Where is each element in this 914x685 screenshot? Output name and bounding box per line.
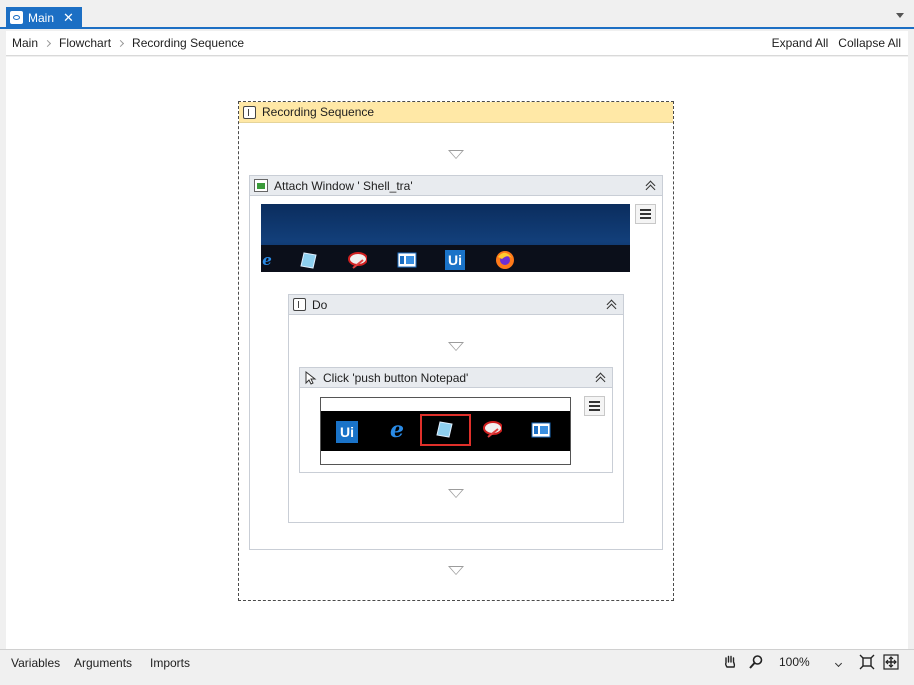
fit-to-screen-icon[interactable] xyxy=(859,654,875,670)
designer-status-bar: Variables Arguments Imports 100% xyxy=(0,649,914,685)
breadcrumb-main[interactable]: Main xyxy=(12,36,38,50)
imports-tab[interactable]: Imports xyxy=(150,656,190,670)
app-window-icon xyxy=(531,420,551,440)
uipath-icon: Ui xyxy=(336,421,358,443)
designer-canvas[interactable]: Recording Sequence Attach Window ' Shell… xyxy=(6,57,908,649)
breadcrumb-recording-sequence[interactable]: Recording Sequence xyxy=(132,36,244,50)
attach-window-title: Attach Window ' Shell_tra' xyxy=(274,178,413,193)
expand-all-link[interactable]: Expand All xyxy=(772,36,829,50)
highlight-box xyxy=(420,414,471,446)
do-header[interactable]: Do xyxy=(289,295,623,315)
chevron-right-icon xyxy=(116,39,125,47)
snipping-tool-icon xyxy=(482,419,502,439)
drop-target-arrow[interactable] xyxy=(448,150,464,159)
click-activity[interactable]: Click 'push button Notepad' Ui e xyxy=(299,367,613,473)
zoom-value: 100% xyxy=(779,655,810,669)
collapse-icon[interactable] xyxy=(645,179,657,195)
document-tab-strip: Main ✕ xyxy=(0,0,914,29)
click-title: Click 'push button Notepad' xyxy=(323,370,469,385)
close-icon[interactable]: ✕ xyxy=(63,11,74,24)
ie-icon: e xyxy=(262,251,272,269)
chevron-down-icon xyxy=(834,659,843,668)
chevron-right-icon xyxy=(43,39,52,47)
tab-main[interactable]: Main ✕ xyxy=(6,7,82,28)
arguments-tab[interactable]: Arguments xyxy=(74,656,132,670)
taskbar-image: e Ui xyxy=(261,245,630,272)
notepad-icon xyxy=(299,250,319,270)
sequence-icon xyxy=(293,298,306,311)
collapse-icon[interactable] xyxy=(595,371,607,387)
breadcrumb-flowchart[interactable]: Flowchart xyxy=(59,36,111,50)
drop-target-arrow[interactable] xyxy=(448,489,464,498)
drop-target-arrow[interactable] xyxy=(448,342,464,351)
window-screenshot: e Ui xyxy=(261,204,630,272)
sequence-header[interactable]: Recording Sequence xyxy=(239,102,673,123)
do-title: Do xyxy=(312,297,328,312)
taskbar-image: Ui e xyxy=(321,411,570,451)
hand-pan-icon[interactable] xyxy=(722,654,738,670)
collapse-icon[interactable] xyxy=(606,298,618,314)
click-header[interactable]: Click 'push button Notepad' xyxy=(300,368,612,388)
overview-icon[interactable] xyxy=(883,654,899,670)
recording-sequence-activity[interactable]: Recording Sequence Attach Window ' Shell… xyxy=(238,101,674,601)
attach-window-header[interactable]: Attach Window ' Shell_tra' xyxy=(250,176,662,196)
workflow-icon xyxy=(10,11,23,24)
drop-target-arrow[interactable] xyxy=(448,566,464,575)
zoom-select[interactable]: 100% xyxy=(774,652,850,672)
activity-menu-button[interactable] xyxy=(584,396,605,416)
do-activity[interactable]: Do Click 'push button Notepad' Ui e xyxy=(288,294,624,523)
tab-label: Main xyxy=(28,10,55,25)
snipping-tool-icon xyxy=(347,250,367,270)
ie-icon: e xyxy=(390,417,404,443)
element-screenshot: Ui e xyxy=(320,397,571,465)
attach-window-activity[interactable]: Attach Window ' Shell_tra' e Ui Do Click… xyxy=(249,175,663,550)
firefox-icon xyxy=(495,250,515,270)
chevron-down-icon[interactable] xyxy=(896,13,904,18)
sequence-title: Recording Sequence xyxy=(262,105,375,119)
zoom-search-icon[interactable] xyxy=(748,654,764,670)
collapse-all-link[interactable]: Collapse All xyxy=(838,36,901,50)
variables-tab[interactable]: Variables xyxy=(11,656,60,670)
cursor-icon xyxy=(305,370,317,385)
uipath-icon: Ui xyxy=(445,250,465,270)
activity-menu-button[interactable] xyxy=(635,204,656,224)
sequence-icon xyxy=(243,105,256,119)
attach-window-icon xyxy=(254,179,268,192)
breadcrumb: Main Flowchart Recording Sequence Expand… xyxy=(6,31,908,56)
app-window-icon xyxy=(397,250,417,270)
